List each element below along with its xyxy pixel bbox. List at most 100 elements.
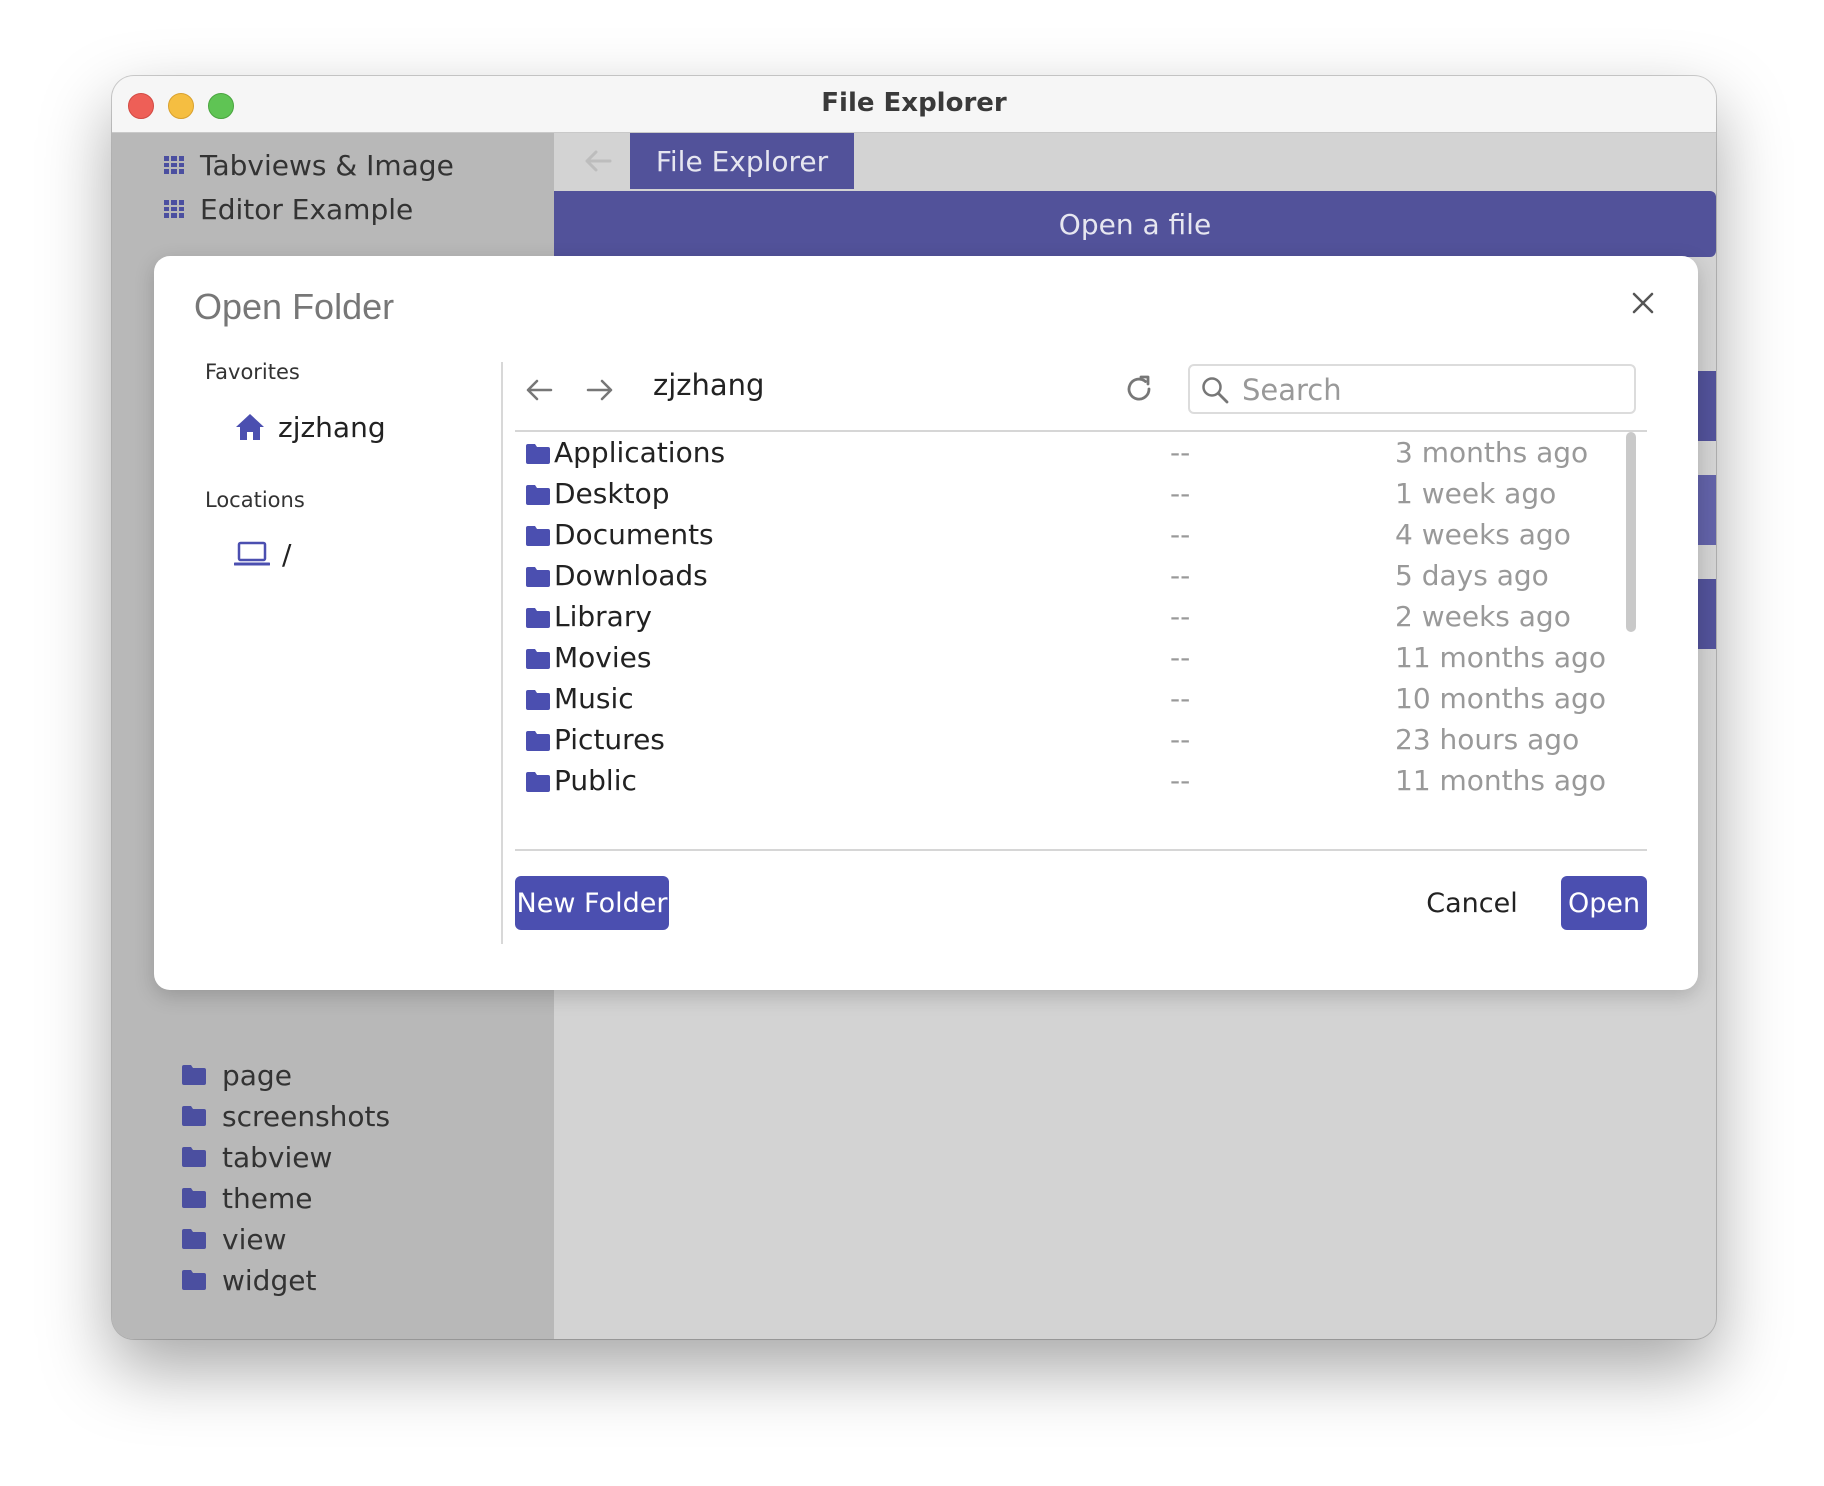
favorite-item-label: zjzhang	[278, 410, 386, 444]
file-size: --	[1170, 723, 1191, 756]
sidebar-item-editor-example[interactable]: Editor Example	[164, 187, 413, 231]
file-name: Documents	[554, 518, 714, 551]
current-path: zjzhang	[653, 368, 765, 402]
file-size: --	[1170, 518, 1191, 551]
file-name: Music	[554, 682, 634, 715]
folder-icon	[526, 567, 550, 587]
file-list[interactable]: Applications -- 3 months ago Desktop -- …	[515, 432, 1647, 848]
location-item-root[interactable]: /	[234, 534, 291, 574]
open-file-button[interactable]: Open a file	[554, 191, 1716, 257]
file-modified: 23 hours ago	[1395, 723, 1580, 756]
tree-item-label: theme	[222, 1181, 313, 1215]
file-name: Applications	[554, 436, 726, 469]
file-modified: 3 months ago	[1395, 436, 1589, 469]
grid-icon	[164, 156, 184, 174]
file-row-public[interactable]: Public -- 11 months ago	[515, 761, 1623, 802]
tree-item-tabview[interactable]: tabview	[182, 1137, 332, 1177]
tree-item-screenshots[interactable]: screenshots	[182, 1096, 390, 1136]
search-input[interactable]	[1240, 370, 1624, 410]
folder-icon	[182, 1106, 206, 1126]
cancel-button[interactable]: Cancel	[1412, 876, 1532, 930]
file-size: --	[1170, 559, 1191, 592]
home-icon	[236, 414, 264, 440]
file-row-music[interactable]: Music -- 10 months ago	[515, 679, 1623, 720]
file-size: --	[1170, 682, 1191, 715]
folder-icon	[182, 1188, 206, 1208]
file-name: Library	[554, 600, 652, 633]
file-size: --	[1170, 764, 1191, 797]
file-name: Downloads	[554, 559, 708, 592]
tree-item-label: page	[222, 1058, 292, 1092]
file-row-downloads[interactable]: Downloads -- 5 days ago	[515, 556, 1623, 597]
file-row-documents[interactable]: Documents -- 4 weeks ago	[515, 515, 1623, 556]
file-modified: 10 months ago	[1395, 682, 1606, 715]
file-modified: 2 weeks ago	[1395, 600, 1571, 633]
folder-icon	[182, 1229, 206, 1249]
file-modified: 4 weeks ago	[1395, 518, 1571, 551]
folder-icon	[526, 526, 550, 546]
file-row-library[interactable]: Library -- 2 weeks ago	[515, 597, 1623, 638]
folder-icon	[182, 1065, 206, 1085]
file-row-movies[interactable]: Movies -- 11 months ago	[515, 638, 1623, 679]
location-item-label: /	[282, 537, 292, 571]
file-modified: 11 months ago	[1395, 641, 1606, 674]
file-name: Movies	[554, 641, 652, 674]
favorites-heading: Favorites	[205, 360, 300, 384]
file-row-pictures[interactable]: Pictures -- 23 hours ago	[515, 720, 1623, 761]
file-name: Pictures	[554, 723, 665, 756]
tab-back-arrow-icon[interactable]	[580, 143, 616, 179]
panel-divider	[501, 362, 503, 944]
tab-file-explorer[interactable]: File Explorer	[630, 133, 854, 189]
title-bar: File Explorer	[112, 76, 1716, 133]
file-row-applications[interactable]: Applications -- 3 months ago	[515, 433, 1623, 474]
tree-item-widget[interactable]: widget	[182, 1260, 316, 1300]
refresh-icon[interactable]	[1122, 372, 1156, 406]
file-modified: 11 months ago	[1395, 764, 1606, 797]
laptop-icon	[234, 541, 270, 566]
search-icon	[1202, 377, 1229, 404]
locations-heading: Locations	[205, 488, 305, 512]
tree-item-label: widget	[222, 1263, 317, 1297]
file-row-desktop[interactable]: Desktop -- 1 week ago	[515, 474, 1623, 515]
file-size: --	[1170, 477, 1191, 510]
tree-item-label: view	[222, 1222, 287, 1256]
dialog-title: Open Folder	[194, 286, 395, 327]
sidebar-item-label: Tabviews & Image	[200, 148, 454, 182]
tree-item-view[interactable]: view	[182, 1219, 286, 1259]
tree-item-label: screenshots	[222, 1099, 391, 1133]
folder-icon	[526, 649, 550, 669]
folder-icon	[526, 772, 550, 792]
favorite-item-home[interactable]: zjzhang	[234, 407, 386, 447]
folder-icon	[526, 690, 550, 710]
window-title: File Explorer	[821, 88, 1007, 118]
file-name: Public	[554, 764, 637, 797]
back-arrow-icon[interactable]	[521, 372, 557, 408]
sidebar-item-label: Editor Example	[200, 192, 414, 226]
tree-item-label: tabview	[222, 1140, 333, 1174]
file-modified: 5 days ago	[1395, 559, 1549, 592]
open-folder-dialog: Open Folder Favorites zjzhang Locations …	[154, 256, 1698, 990]
folder-icon	[526, 608, 550, 628]
folder-icon	[182, 1147, 206, 1167]
file-size: --	[1170, 641, 1191, 674]
file-size: --	[1170, 436, 1191, 469]
forward-arrow-icon[interactable]	[582, 372, 618, 408]
tree-item-theme[interactable]: theme	[182, 1178, 312, 1218]
file-name: Desktop	[554, 477, 670, 510]
grid-icon	[164, 200, 184, 218]
folder-icon	[526, 731, 550, 751]
open-button[interactable]: Open	[1561, 876, 1647, 930]
folder-icon	[182, 1270, 206, 1290]
sidebar-item-tabviews[interactable]: Tabviews & Image	[164, 143, 454, 187]
file-modified: 1 week ago	[1395, 477, 1557, 510]
file-size: --	[1170, 600, 1191, 633]
scrollbar-thumb[interactable]	[1626, 432, 1636, 632]
tab-bar: File Explorer	[554, 133, 1716, 189]
folder-icon	[526, 444, 550, 464]
new-folder-button[interactable]: New Folder	[515, 876, 669, 930]
search-field[interactable]	[1188, 364, 1636, 414]
list-bottom-divider	[515, 849, 1647, 851]
close-icon[interactable]	[1628, 288, 1658, 318]
folder-icon	[526, 485, 550, 505]
tree-item-page[interactable]: page	[182, 1055, 292, 1095]
